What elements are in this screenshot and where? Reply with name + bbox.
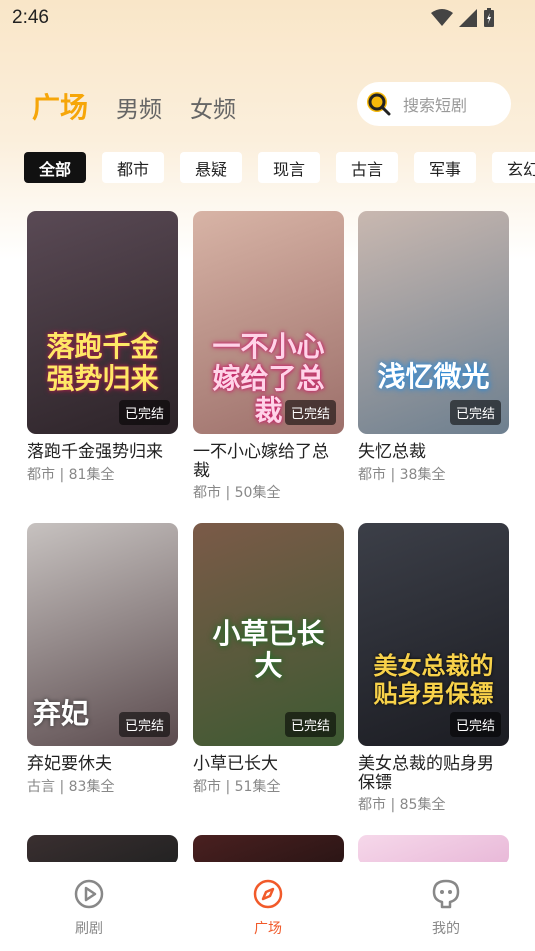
nav-item-plaza[interactable]: 广场 bbox=[228, 878, 308, 938]
drama-episodes: 51集全 bbox=[234, 778, 281, 795]
drama-meta: 古言 | 83集全 bbox=[27, 778, 115, 795]
category-urban[interactable]: 都市 bbox=[102, 152, 164, 183]
drama-card[interactable]: 浅忆微光 已完结 失忆总裁 都市 | 38集全 bbox=[358, 211, 509, 484]
drama-meta: 都市 | 81集全 bbox=[27, 466, 115, 483]
battery-icon bbox=[484, 8, 494, 27]
drama-card[interactable]: 落跑千金强势归来 已完结 落跑千金强势归来 都市 | 81集全 bbox=[27, 211, 178, 484]
poster-title-text: 落跑千金强势归来 bbox=[46, 330, 159, 396]
drama-genre: 都市 bbox=[193, 485, 221, 502]
nav-label: 刷剧 bbox=[75, 921, 103, 937]
poster-title-text: 小草已长大 bbox=[212, 617, 325, 683]
drama-poster[interactable]: 小草已长大 已完结 bbox=[193, 523, 344, 746]
drama-poster[interactable]: 浅忆微光 已完结 bbox=[358, 211, 509, 434]
status-badge: 已完结 bbox=[284, 400, 336, 425]
nav-item-mine[interactable]: 我的 bbox=[406, 878, 486, 938]
drama-episodes: 85集全 bbox=[399, 797, 446, 814]
user-face-icon bbox=[432, 879, 460, 909]
poster-title-text: 美女总裁的贴身男保镖 bbox=[373, 652, 494, 708]
drama-poster[interactable]: 落跑千金强势归来 已完结 bbox=[27, 211, 178, 434]
category-all[interactable]: 全部 bbox=[24, 152, 86, 183]
drama-meta: 都市 | 38集全 bbox=[358, 466, 446, 483]
status-bar: 2:46 bbox=[0, 0, 535, 40]
category-suspense[interactable]: 悬疑 bbox=[180, 152, 242, 183]
category-ancient-romance[interactable]: 古言 bbox=[336, 152, 398, 183]
top-tabs: 广场 男频 女频 bbox=[32, 86, 236, 126]
drama-poster[interactable] bbox=[358, 835, 509, 865]
drama-title[interactable]: 一不小心嫁给了总裁 bbox=[193, 443, 344, 481]
status-badge: 已完结 bbox=[449, 712, 501, 737]
drama-episodes: 81集全 bbox=[68, 466, 115, 483]
drama-meta: 都市 | 50集全 bbox=[193, 485, 281, 502]
drama-episodes: 50集全 bbox=[234, 485, 281, 502]
status-badge: 已完结 bbox=[284, 712, 336, 737]
drama-meta: 都市 | 85集全 bbox=[358, 797, 446, 814]
drama-title[interactable]: 失忆总裁 bbox=[358, 443, 509, 462]
status-time: 2:46 bbox=[12, 7, 49, 28]
drama-genre: 古言 bbox=[27, 778, 55, 795]
search-icon bbox=[367, 92, 391, 116]
compass-icon bbox=[253, 879, 283, 909]
drama-meta: 都市 | 51集全 bbox=[193, 778, 281, 795]
drama-episodes: 38集全 bbox=[399, 466, 446, 483]
nav-label: 广场 bbox=[254, 921, 282, 937]
drama-genre: 都市 bbox=[358, 466, 386, 483]
drama-title[interactable]: 弃妃要休夫 bbox=[27, 755, 178, 774]
nav-item-drama[interactable]: 刷剧 bbox=[49, 878, 129, 938]
drama-card[interactable]: 一不小心嫁给了总裁 已完结 一不小心嫁给了总裁 都市 | 50集全 bbox=[193, 211, 344, 502]
status-badge: 已完结 bbox=[449, 400, 501, 425]
search-placeholder: 搜索短剧 bbox=[403, 96, 468, 115]
bottom-nav: 刷剧 广场 我的 bbox=[0, 862, 535, 951]
status-icons bbox=[431, 8, 495, 28]
drama-poster[interactable] bbox=[193, 835, 344, 865]
status-badge: 已完结 bbox=[118, 400, 170, 425]
tab-female[interactable]: 女频 bbox=[190, 90, 236, 124]
drama-genre: 都市 bbox=[193, 778, 221, 795]
drama-episodes: 83集全 bbox=[68, 778, 115, 795]
search-input[interactable]: 搜索短剧 bbox=[357, 82, 511, 126]
drama-card[interactable]: 美女总裁的贴身男保镖 已完结 美女总裁的贴身男保镖 都市 | 85集全 bbox=[358, 523, 509, 814]
drama-poster[interactable]: 弃妃 已完结 bbox=[27, 523, 178, 746]
category-modern-romance[interactable]: 现言 bbox=[258, 152, 320, 183]
drama-title[interactable]: 美女总裁的贴身男保镖 bbox=[358, 755, 509, 793]
drama-poster[interactable] bbox=[27, 835, 178, 865]
drama-poster[interactable]: 一不小心嫁给了总裁 已完结 bbox=[193, 211, 344, 434]
drama-card[interactable] bbox=[358, 835, 509, 865]
wifi-icon bbox=[431, 9, 453, 26]
category-bar: 全部 都市 悬疑 现言 古言 军事 玄幻 bbox=[24, 152, 535, 183]
drama-poster[interactable]: 美女总裁的贴身男保镖 已完结 bbox=[358, 523, 509, 746]
drama-title[interactable]: 小草已长大 bbox=[193, 755, 344, 774]
drama-card[interactable] bbox=[27, 835, 178, 865]
category-fantasy[interactable]: 玄幻 bbox=[492, 152, 535, 183]
nav-label: 我的 bbox=[432, 921, 460, 937]
category-military[interactable]: 军事 bbox=[414, 152, 476, 183]
drama-genre: 都市 bbox=[358, 797, 386, 814]
play-circle-icon bbox=[74, 879, 104, 909]
tab-male[interactable]: 男频 bbox=[116, 90, 162, 124]
drama-card[interactable]: 小草已长大 已完结 小草已长大 都市 | 51集全 bbox=[193, 523, 344, 796]
signal-icon bbox=[459, 9, 477, 27]
poster-title-text: 浅忆微光 bbox=[377, 360, 490, 393]
drama-genre: 都市 bbox=[27, 466, 55, 483]
tab-plaza[interactable]: 广场 bbox=[32, 86, 88, 126]
status-badge: 已完结 bbox=[118, 712, 170, 737]
drama-title[interactable]: 落跑千金强势归来 bbox=[27, 443, 178, 462]
drama-card[interactable]: 弃妃 已完结 弃妃要休夫 古言 | 83集全 bbox=[27, 523, 178, 796]
drama-card[interactable] bbox=[193, 835, 344, 865]
